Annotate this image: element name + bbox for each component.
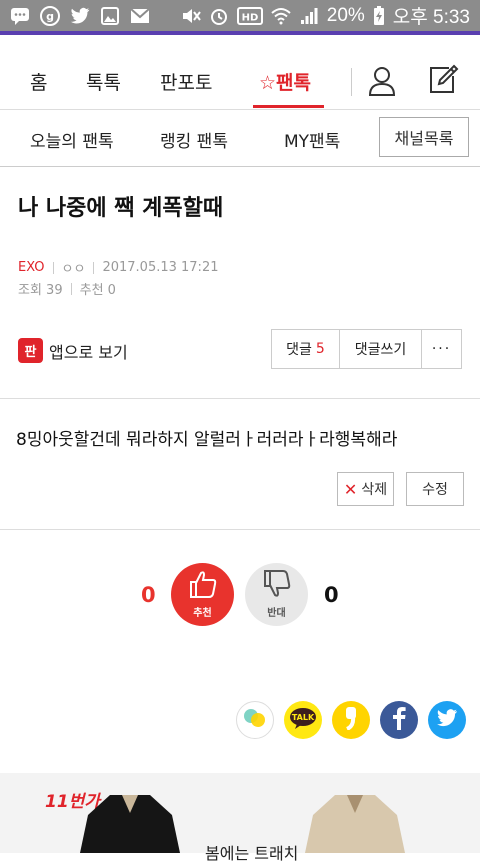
share-twitter-button[interactable] (428, 701, 466, 739)
twitter-icon (436, 709, 458, 731)
meta-separator (93, 261, 95, 274)
image-icon (100, 6, 120, 26)
tab-toktok[interactable]: 톡톡 (86, 68, 121, 95)
delete-label: 삭제 (361, 482, 388, 498)
share-facebook-button[interactable] (380, 701, 418, 739)
kakaotalk-label: TALK (292, 713, 315, 722)
sub-nav: 오늘의 팬톡 랭킹 팬톡 MY팬톡 채널목록 (0, 110, 480, 167)
pann-app-icon: 판 (18, 338, 43, 363)
divider (0, 529, 480, 530)
post-datetime: 2017.05.13 17:21 (102, 260, 219, 275)
battery-charging-icon (373, 5, 385, 26)
view-count: 조회 39 (18, 283, 63, 298)
open-in-app-label: 앱으로 보기 (49, 342, 128, 362)
nav-divider (351, 68, 352, 96)
tab-panphoto[interactable]: 판포토 (160, 68, 212, 95)
message-icon (10, 6, 30, 26)
recommend-count: 추천 0 (79, 283, 116, 298)
main-nav: 홈 톡톡 판포토 ☆팬톡 (0, 52, 480, 110)
comments-label: 댓글 (286, 342, 312, 358)
post-nickname: ㅇㅇ (61, 262, 86, 277)
subtab-today-fantok[interactable]: 오늘의 팬톡 (30, 127, 114, 152)
signal-icon (299, 6, 319, 26)
status-bar: g HD 20% 오후 5:33 (0, 0, 480, 31)
post-title: 나 나중에 짹 계폭할때 (18, 196, 224, 221)
share-kakaostory-button[interactable] (332, 701, 370, 739)
beige-coat-image (305, 795, 405, 857)
tab-home[interactable]: 홈 (30, 68, 47, 95)
write-post-icon[interactable] (427, 64, 459, 96)
thumbs-up-icon (188, 570, 218, 602)
twitter-icon (70, 6, 90, 26)
upvote-count: 0 (141, 583, 156, 607)
downvote-label: 반대 (267, 608, 286, 619)
kakaostory-icon (344, 706, 358, 734)
svg-text:HD: HD (241, 12, 258, 23)
wifi-icon (271, 6, 291, 26)
post-stats: 조회 39 추천 0 (18, 279, 116, 298)
downvote-button[interactable]: 반대 (245, 563, 308, 626)
clock: 오후 5:33 (392, 7, 470, 28)
ad-text: 봄에는 트래치 (205, 844, 299, 863)
open-in-app-link[interactable]: 판 앱으로 보기 (18, 338, 128, 363)
post-body: 8밍아웃할건데 뭐라하지 알럴러ㅏ러러라ㅏ라행복해라 (16, 430, 398, 450)
mute-icon (181, 6, 201, 26)
ad-banner[interactable]: 11번가 봄에는 트래치 (0, 773, 480, 863)
post-meta: EXO ㅇㅇ 2017.05.13 17:21 (18, 258, 218, 277)
alarm-icon (209, 6, 229, 26)
share-kakaotalk-button[interactable]: TALK (284, 701, 322, 739)
thumbs-down-icon (262, 570, 292, 602)
user-icon[interactable] (368, 66, 396, 96)
comment-button-group: 댓글 5 댓글쓰기 ··· (271, 329, 462, 369)
more-options-button[interactable]: ··· (422, 330, 461, 368)
mail-icon (130, 6, 150, 26)
meta-separator (52, 261, 54, 274)
g-app-icon: g (40, 5, 60, 26)
close-icon: ✕ (343, 479, 358, 499)
subtab-ranking-fantok[interactable]: 랭킹 팬톡 (160, 127, 228, 152)
battery-percent: 20% (326, 4, 365, 26)
kakaotalk-icon: TALK (289, 707, 317, 733)
edit-button[interactable]: 수정 (406, 472, 464, 506)
comments-count: 5 (315, 341, 325, 357)
colorful-bubble-icon (242, 707, 268, 733)
svg-text:g: g (46, 10, 54, 23)
facebook-icon (392, 706, 406, 734)
share-line-button[interactable] (236, 701, 274, 739)
tab-fantok[interactable]: ☆팬톡 (259, 68, 311, 95)
meta-separator (70, 282, 72, 295)
black-coat-image (80, 795, 180, 857)
hd-icon: HD (236, 6, 263, 26)
subtab-my-fantok[interactable]: MY팬톡 (284, 127, 340, 152)
comments-button[interactable]: 댓글 5 (272, 330, 340, 368)
upvote-label: 추천 (193, 608, 212, 619)
post-author[interactable]: EXO (18, 260, 45, 275)
delete-button[interactable]: ✕ 삭제 (337, 472, 394, 506)
upvote-button[interactable]: 추천 (171, 563, 234, 626)
active-tab-indicator (253, 105, 324, 108)
progress-line (0, 31, 480, 35)
channel-list-button[interactable]: 채널목록 (379, 117, 469, 157)
downvote-count: 0 (324, 583, 339, 607)
write-comment-button[interactable]: 댓글쓰기 (340, 330, 422, 368)
divider (0, 398, 480, 399)
